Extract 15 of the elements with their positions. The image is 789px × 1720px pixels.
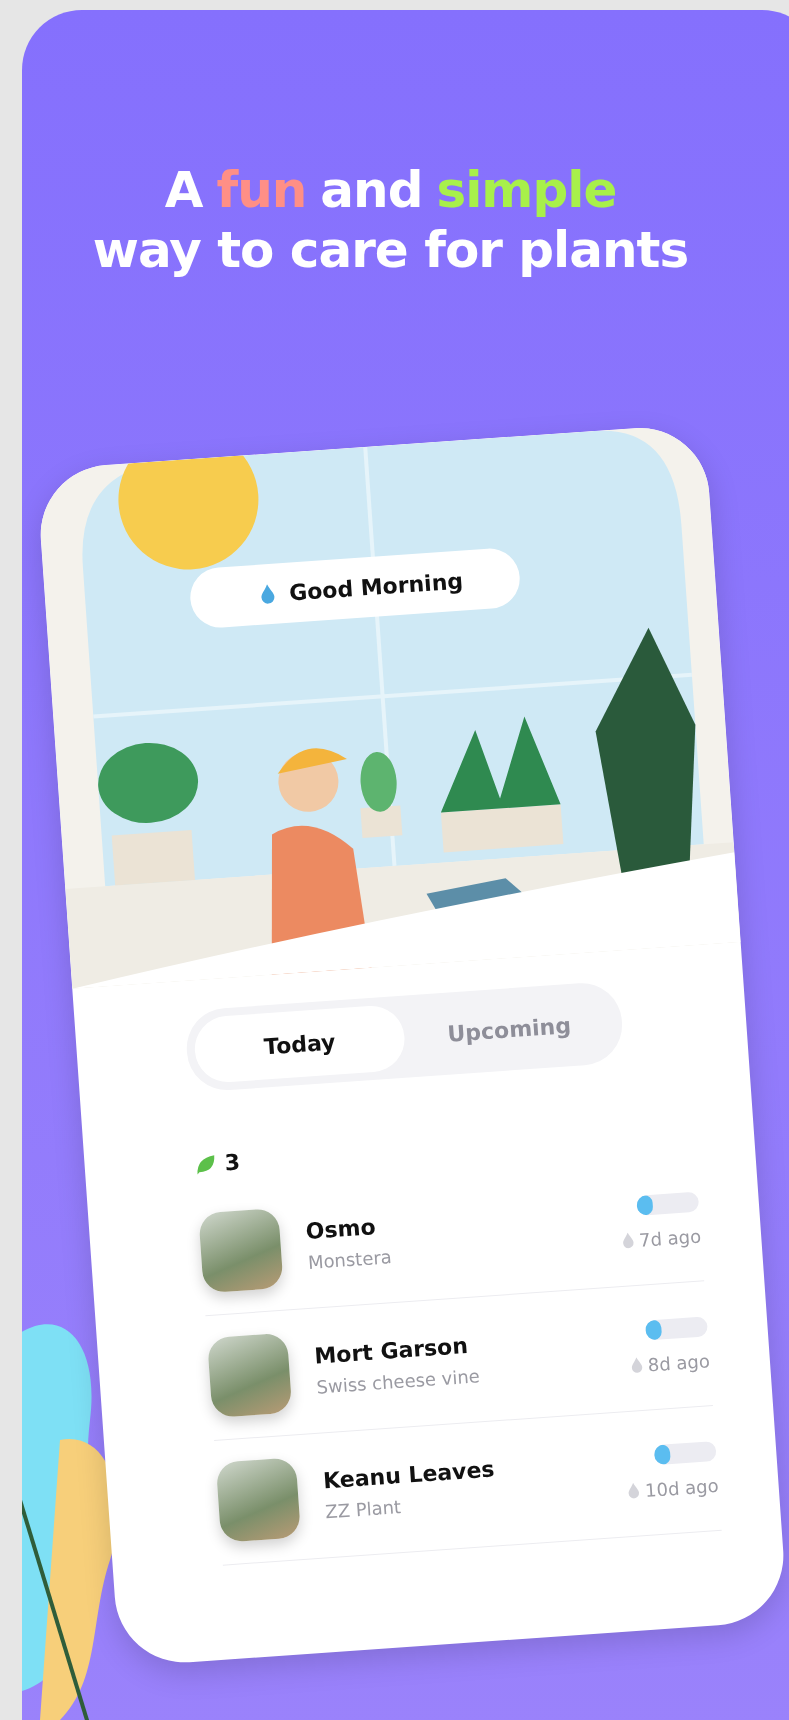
plant-name: Keanu Leaves [322,1455,497,1494]
tab[interactable]: Today [192,1003,407,1085]
last-watered: 7d ago [638,1225,702,1251]
water-drop-icon [621,1232,635,1249]
greeting-text: Good Morning [288,568,464,606]
water-drop-icon [630,1356,644,1374]
water-drop-icon [627,1482,641,1500]
last-watered: 10d ago [644,1474,720,1501]
plant-species: ZZ Plant [324,1495,403,1523]
plant-species: Monstera [307,1245,394,1273]
last-watered: 8d ago [647,1349,711,1375]
plant-name: Osmo [304,1213,378,1244]
plant-count: 3 [223,1149,241,1176]
headline: A fun and simple way to care for plants [91,160,690,280]
water-drop-icon [259,583,276,605]
